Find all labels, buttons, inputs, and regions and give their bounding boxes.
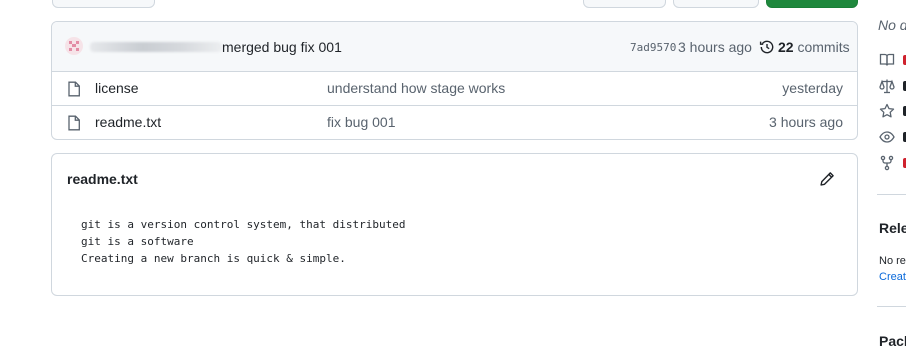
file-commit-message-link[interactable]: fix bug 001 — [327, 114, 396, 130]
readme-content: git is a version control system, that di… — [81, 218, 406, 265]
commit-time: 3 hours ago — [678, 39, 752, 55]
about-description-placeholder: No d — [878, 17, 906, 33]
commits-count-link[interactable]: 22 commits — [778, 39, 850, 55]
book-icon — [879, 53, 895, 66]
commit-message-link[interactable]: merged bug fix 001 — [222, 39, 342, 55]
history-icon[interactable] — [759, 39, 775, 55]
file-row: license understand how stage works yeste… — [52, 72, 857, 106]
latest-commit-bar: merged bug fix 001 7ad9570 3 hours ago 2… — [52, 22, 857, 72]
eye-icon — [879, 131, 895, 143]
readme-box: readme.txt git is a version control syst… — [51, 153, 858, 296]
file-icon — [68, 115, 80, 131]
file-name-link[interactable]: license — [95, 80, 139, 96]
toolbar-button-2[interactable] — [673, 0, 759, 8]
releases-empty-text: No re — [879, 255, 906, 267]
author-name-redacted[interactable] — [90, 42, 222, 52]
author-avatar-icon[interactable] — [65, 37, 83, 55]
sidebar-divider — [877, 194, 906, 195]
fork-icon — [880, 155, 894, 171]
code-nav-button[interactable] — [52, 0, 155, 8]
create-release-link[interactable]: Create — [879, 271, 906, 283]
readme-title-link[interactable]: readme.txt — [67, 171, 138, 187]
file-name-link[interactable]: readme.txt — [95, 114, 161, 130]
commits-count-label: commits — [793, 39, 850, 55]
file-row: readme.txt fix bug 001 3 hours ago — [52, 106, 857, 139]
star-icon — [879, 103, 895, 118]
file-commit-message-link[interactable]: understand how stage works — [327, 80, 505, 96]
toolbar-button-1[interactable] — [583, 0, 666, 8]
code-dropdown-button[interactable] — [766, 0, 858, 8]
commits-count-number: 22 — [778, 39, 794, 55]
file-icon — [68, 81, 80, 97]
file-navigation-box: merged bug fix 001 7ad9570 3 hours ago 2… — [51, 21, 858, 140]
packages-heading[interactable]: Pack — [879, 333, 906, 349]
scale-icon — [879, 79, 895, 94]
sidebar-divider — [877, 306, 906, 307]
commit-sha-link[interactable]: 7ad9570 — [630, 41, 676, 54]
pencil-icon[interactable] — [819, 171, 835, 187]
file-commit-date: 3 hours ago — [769, 114, 843, 130]
file-commit-date: yesterday — [782, 80, 843, 96]
releases-heading[interactable]: Rele — [879, 220, 906, 236]
